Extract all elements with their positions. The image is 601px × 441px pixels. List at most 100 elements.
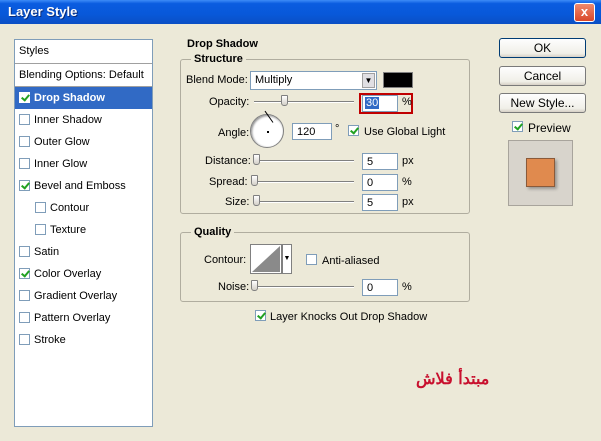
blend-mode-value: Multiply [255,74,293,86]
angle-unit: ° [335,123,340,135]
style-checkbox[interactable] [19,312,30,323]
noise-unit: % [402,281,412,293]
style-item-inner-shadow[interactable]: Inner Shadow [15,109,152,131]
opacity-label: Opacity: [209,96,250,108]
anti-aliased-label: Anti-aliased [322,255,380,267]
quality-title: Quality [191,226,235,238]
style-checkbox[interactable] [19,268,30,279]
style-item-pattern-overlay[interactable]: Pattern Overlay [15,307,152,329]
style-item-gradient-overlay[interactable]: Gradient Overlay [15,285,152,307]
style-item-label: Contour [50,202,90,214]
styles-list: Styles Blending Options: Default Drop Sha… [14,39,153,427]
style-checkbox[interactable] [35,202,46,213]
style-item-label: Outer Glow [34,136,90,148]
style-item-label: Satin [34,246,60,258]
new-style-button[interactable]: New Style... [499,93,586,113]
style-checkbox[interactable] [19,290,30,301]
preview-label: Preview [528,121,571,135]
style-item-drop-shadow[interactable]: Drop Shadow [15,87,152,109]
contour-picker[interactable] [250,244,282,274]
style-checkbox[interactable] [19,158,30,169]
style-item-outer-glow[interactable]: Outer Glow [15,131,152,153]
style-item-label: Gradient Overlay [34,290,118,302]
spread-input[interactable]: 0 [362,174,398,191]
style-checkbox[interactable] [19,92,30,103]
use-global-light-label: Use Global Light [364,126,446,138]
preview-box[interactable] [512,121,523,132]
style-item-satin[interactable]: Satin [15,241,152,263]
size-slider-track [254,201,354,203]
style-item-label: Pattern Overlay [34,312,111,324]
style-item-color-overlay[interactable]: Color Overlay [15,263,152,285]
structure-title: Structure [191,53,246,65]
noise-input[interactable]: 0 [362,279,398,296]
knocks-out-label: Layer Knocks Out Drop Shadow [270,311,428,323]
window-title: Layer Style [8,4,78,19]
noise-slider-track [254,286,354,288]
distance-label: Distance: [205,155,251,167]
knocks-out-checkbox[interactable] [255,310,270,322]
knocks-out-box[interactable] [255,310,266,321]
contour-dropdown-icon[interactable]: ▼ [282,244,292,274]
drop-shadow-title: Drop Shadow [187,38,258,50]
anti-aliased-checkbox[interactable] [306,254,321,266]
shadow-color-swatch[interactable] [383,72,413,88]
anti-aliased-box[interactable] [306,254,317,265]
angle-dial-center [267,131,269,133]
spread-label: Spread: [209,176,248,188]
spread-unit: % [402,176,412,188]
distance-slider-track [254,160,354,162]
angle-input[interactable]: 120 [292,123,332,140]
style-checkbox[interactable] [19,334,30,345]
noise-label: Noise: [218,281,250,293]
style-checkbox[interactable] [19,114,30,125]
styles-header[interactable]: Styles [15,40,152,64]
close-button[interactable]: x [574,3,595,22]
blend-mode-label: Blend Mode: [186,74,248,86]
blend-mode-select[interactable]: Multiply ▼ [250,71,377,90]
style-item-label: Drop Shadow [34,92,105,104]
cancel-button[interactable]: Cancel [499,66,586,86]
style-checkbox[interactable] [19,180,30,191]
style-checkbox[interactable] [19,136,30,147]
distance-input[interactable]: 5 [362,153,398,170]
preview-checkbox[interactable] [512,121,527,133]
style-item-label: Inner Glow [34,158,88,170]
size-input[interactable]: 5 [362,194,398,211]
title-bar: Layer Style x [0,0,601,24]
size-label: Size: [225,196,250,208]
opacity-value: 30 [365,97,380,109]
preview-swatch [526,158,555,187]
style-item-label: Blending Options: Default [19,69,144,81]
contour-linear-icon [252,246,280,272]
style-item-label: Stroke [34,334,66,346]
use-global-light-box[interactable] [348,125,359,136]
opacity-input[interactable]: 30 [362,95,398,112]
style-item-bevel-and-emboss[interactable]: Bevel and Emboss [15,175,152,197]
style-item-blending-options-default[interactable]: Blending Options: Default [15,64,152,87]
style-checkbox[interactable] [19,246,30,257]
style-item-label: Color Overlay [34,268,102,280]
preview-thumbnail [508,140,573,206]
angle-dial[interactable] [250,110,284,148]
layer-style-dialog: Layer Style x Styles Blending Options: D… [0,0,601,441]
use-global-light-checkbox[interactable] [348,125,363,137]
style-item-label: Inner Shadow [34,114,102,126]
opacity-slider-track [254,101,354,103]
spread-slider-track [254,181,354,183]
style-item-label: Bevel and Emboss [34,180,126,192]
opacity-slider-thumb[interactable] [281,95,288,106]
size-slider-thumb[interactable] [253,195,260,206]
style-item-inner-glow[interactable]: Inner Glow [15,153,152,175]
style-item-contour[interactable]: Contour [15,197,152,219]
style-item-texture[interactable]: Texture [15,219,152,241]
spread-slider-thumb[interactable] [251,175,258,186]
noise-slider-thumb[interactable] [251,280,258,291]
size-unit: px [402,196,414,208]
style-checkbox[interactable] [35,224,46,235]
chevron-down-icon[interactable]: ▼ [362,73,375,88]
style-item-stroke[interactable]: Stroke [15,329,152,351]
style-items: Blending Options: Default Drop Shadow Inne… [15,64,152,351]
ok-button[interactable]: OK [499,38,586,58]
distance-slider-thumb[interactable] [253,154,260,165]
